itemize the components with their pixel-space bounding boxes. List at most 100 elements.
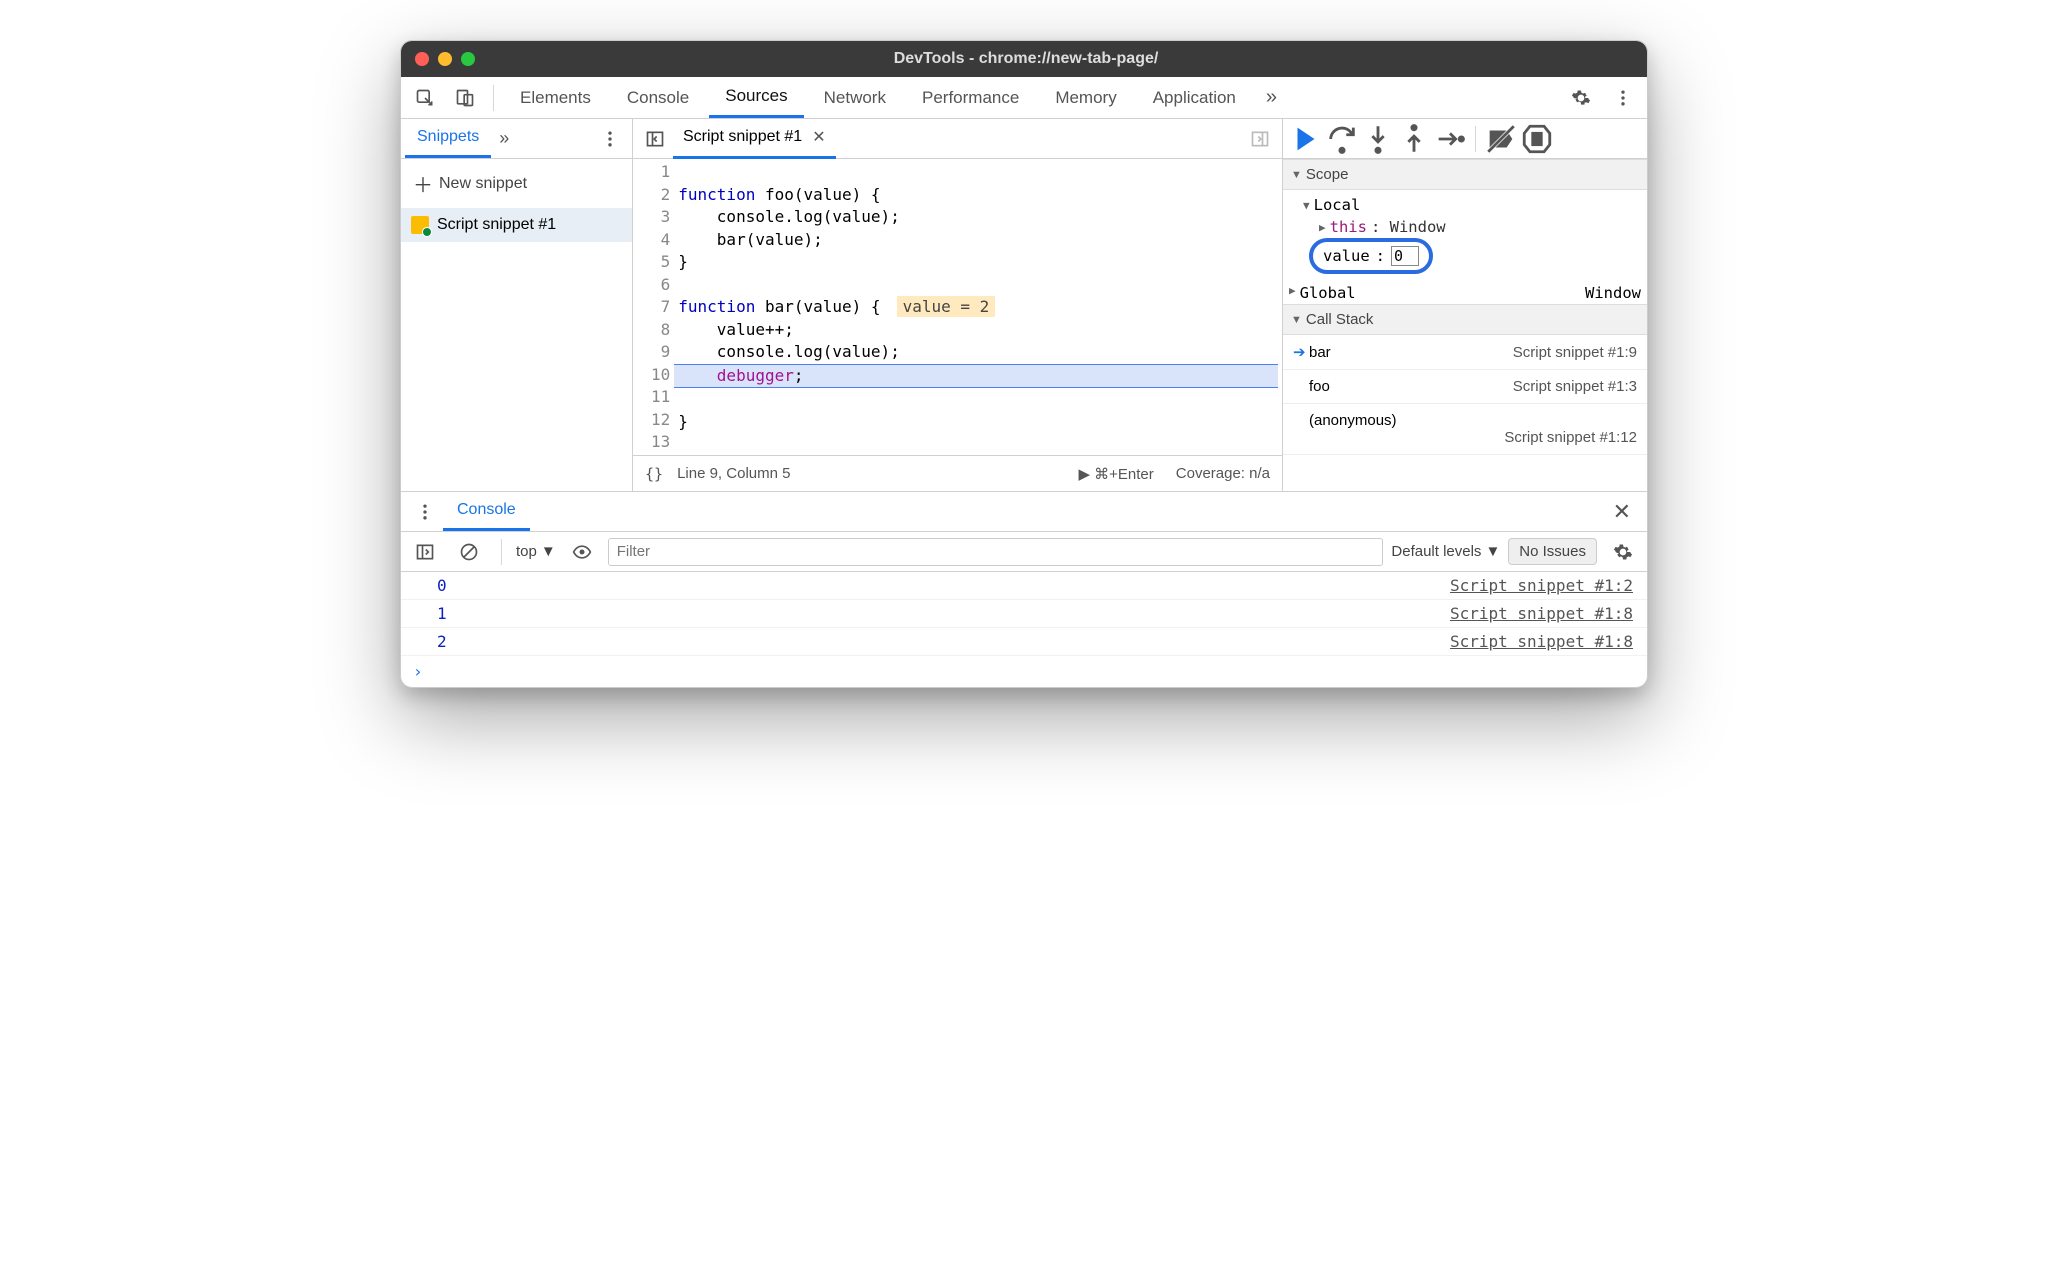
titlebar: DevTools - chrome://new-tab-page/ — [401, 41, 1647, 77]
snippet-file-icon — [411, 216, 429, 234]
editor-tab-label: Script snippet #1 — [683, 128, 802, 146]
deactivate-breakpoints-icon[interactable] — [1484, 122, 1518, 156]
live-expression-icon[interactable] — [564, 534, 600, 570]
code-editor[interactable]: 123 456 789 101112 13 function foo(value… — [633, 159, 1282, 455]
paused-line: debugger; — [674, 364, 1278, 389]
context-selector[interactable]: top ▼ — [516, 543, 556, 560]
callstack-frame[interactable]: foo Script snippet #1:3 — [1283, 370, 1647, 404]
console-value: 1 — [415, 604, 447, 623]
current-frame-icon: ➔ — [1293, 343, 1309, 361]
tab-console[interactable]: Console — [611, 77, 705, 118]
log-levels-selector[interactable]: Default levels ▼ — [1391, 543, 1500, 560]
scope-local-label: Local — [1314, 196, 1361, 214]
callstack-frame[interactable]: (anonymous) Script snippet #1:12 — [1283, 404, 1647, 455]
tab-performance[interactable]: Performance — [906, 77, 1035, 118]
window-title: DevTools - chrome://new-tab-page/ — [483, 50, 1569, 68]
scope-global-label: Global — [1300, 284, 1356, 302]
scope-global-row[interactable]: ▶ Global Window — [1283, 282, 1647, 304]
tab-application[interactable]: Application — [1137, 77, 1252, 118]
context-label: top — [516, 543, 537, 560]
navigator-more-icon[interactable] — [592, 121, 628, 157]
console-filter-input[interactable] — [608, 538, 1384, 566]
close-tab-icon[interactable]: ✕ — [812, 127, 825, 147]
console-message[interactable]: 0 Script snippet #1:2 — [401, 572, 1647, 600]
new-snippet-button[interactable]: ＋ New snippet — [401, 159, 632, 208]
chevron-down-icon: ▼ — [1485, 543, 1500, 560]
pause-on-exceptions-icon[interactable] — [1520, 122, 1554, 156]
editor-file-tab[interactable]: Script snippet #1 ✕ — [673, 118, 836, 159]
tab-sources[interactable]: Sources — [709, 77, 803, 118]
devtools-window: DevTools - chrome://new-tab-page/ Elemen… — [400, 40, 1648, 688]
zoom-window-icon[interactable] — [461, 52, 475, 66]
tabs-overflow-icon[interactable]: » — [1256, 86, 1287, 109]
editor-statusbar: {} Line 9, Column 5 ▶ ⌘+Enter Coverage: … — [633, 455, 1282, 491]
new-snippet-label: New snippet — [439, 175, 527, 193]
console-value: 0 — [415, 576, 447, 595]
scope-title: Scope — [1306, 166, 1349, 183]
resume-icon[interactable] — [1289, 122, 1323, 156]
minimize-window-icon[interactable] — [438, 52, 452, 66]
clear-console-icon[interactable] — [451, 534, 487, 570]
drawer-more-icon[interactable] — [407, 494, 443, 530]
scope-header[interactable]: ▼ Scope — [1283, 159, 1647, 190]
toggle-debugger-icon[interactable] — [1242, 121, 1278, 157]
scope-var-name: this — [1330, 218, 1367, 236]
console-source-link[interactable]: Script snippet #1:2 — [1450, 576, 1633, 595]
scope-value-highlight: value: — [1309, 238, 1433, 274]
scope-global-value: Window — [1585, 284, 1641, 302]
inspect-element-icon[interactable] — [407, 80, 443, 116]
chevron-down-icon: ▼ — [541, 543, 556, 560]
console-value: 2 — [415, 632, 447, 651]
snippet-item[interactable]: Script snippet #1 — [401, 208, 632, 242]
more-menu-icon[interactable] — [1605, 80, 1641, 116]
levels-label: Default levels — [1391, 543, 1481, 560]
tab-memory[interactable]: Memory — [1039, 77, 1132, 118]
line-gutter: 123 456 789 101112 13 — [633, 159, 678, 455]
run-snippet-hint[interactable]: ▶ ⌘+Enter — [1078, 465, 1153, 483]
snippet-name: Script snippet #1 — [437, 216, 556, 234]
pretty-print-icon[interactable]: {} — [645, 465, 663, 483]
console-settings-icon[interactable] — [1605, 534, 1641, 570]
plus-icon: ＋ — [413, 169, 433, 198]
console-output: 0 Script snippet #1:2 1 Script snippet #… — [401, 572, 1647, 687]
chevron-down-icon: ▼ — [1303, 199, 1310, 212]
navigator-tabs-overflow-icon[interactable]: » — [491, 128, 517, 149]
tab-elements[interactable]: Elements — [504, 77, 607, 118]
drawer-tab-console[interactable]: Console — [443, 492, 530, 531]
navigator-tab-snippets[interactable]: Snippets — [405, 119, 491, 158]
console-prompt-icon[interactable]: › — [401, 656, 1647, 687]
console-source-link[interactable]: Script snippet #1:8 — [1450, 632, 1633, 651]
scope-var-value: : Window — [1371, 218, 1446, 236]
device-toggle-icon[interactable] — [447, 80, 483, 116]
scope-value-edit-input[interactable] — [1391, 246, 1419, 266]
scope-local-row[interactable]: ▼ Local — [1289, 194, 1641, 216]
frame-loc: Script snippet #1:12 — [1309, 429, 1637, 446]
window-controls[interactable] — [415, 52, 475, 66]
console-message[interactable]: 1 Script snippet #1:8 — [401, 600, 1647, 628]
callstack-header[interactable]: ▼ Call Stack — [1283, 304, 1647, 335]
step-icon[interactable] — [1433, 122, 1467, 156]
scope-var-name: value — [1323, 247, 1370, 265]
code-content[interactable]: function foo(value) { console.log(value)… — [678, 159, 1282, 455]
frame-fn: bar — [1309, 344, 1331, 361]
settings-icon[interactable] — [1563, 80, 1599, 116]
frame-loc: Script snippet #1:3 — [1513, 378, 1637, 395]
cursor-position: Line 9, Column 5 — [677, 465, 790, 482]
close-window-icon[interactable] — [415, 52, 429, 66]
chevron-down-icon: ▼ — [1291, 314, 1302, 326]
chevron-right-icon: ▶ — [1289, 284, 1296, 302]
callstack-title: Call Stack — [1306, 311, 1374, 328]
console-message[interactable]: 2 Script snippet #1:8 — [401, 628, 1647, 656]
tab-network[interactable]: Network — [808, 77, 902, 118]
close-drawer-icon[interactable]: ✕ — [1603, 499, 1641, 525]
step-over-icon[interactable] — [1325, 122, 1359, 156]
frame-fn: (anonymous) — [1309, 412, 1637, 429]
scope-this-row[interactable]: ▶ this: Window — [1289, 216, 1641, 238]
step-into-icon[interactable] — [1361, 122, 1395, 156]
callstack-frame[interactable]: ➔ bar Script snippet #1:9 — [1283, 335, 1647, 370]
step-out-icon[interactable] — [1397, 122, 1431, 156]
toggle-navigator-icon[interactable] — [637, 121, 673, 157]
console-source-link[interactable]: Script snippet #1:8 — [1450, 604, 1633, 623]
issues-button[interactable]: No Issues — [1508, 538, 1597, 565]
console-sidebar-icon[interactable] — [407, 534, 443, 570]
